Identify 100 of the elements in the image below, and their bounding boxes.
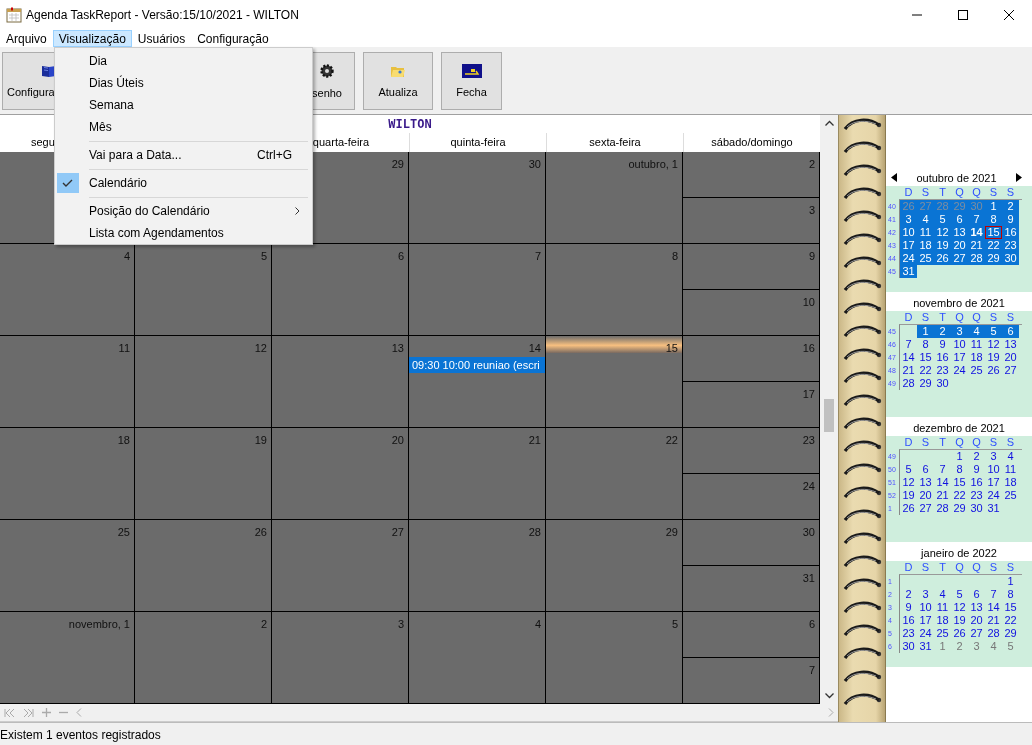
calendar-day[interactable]: 15: [951, 476, 968, 489]
calendar-day[interactable]: 7: [985, 588, 1002, 601]
day-cell[interactable]: 16: [683, 336, 820, 382]
calendar-day[interactable]: 31: [985, 502, 1002, 515]
calendar-day[interactable]: 15: [985, 226, 1002, 239]
calendar-day[interactable]: 24: [917, 627, 934, 640]
calendar-day[interactable]: 28: [934, 502, 951, 515]
calendar-day[interactable]: 12: [985, 338, 1002, 351]
calendar-day[interactable]: 10: [985, 463, 1002, 476]
calendar-day[interactable]: 13: [1002, 338, 1019, 351]
calendar-day[interactable]: 4: [934, 588, 951, 601]
day-cell[interactable]: 4: [0, 244, 135, 336]
calendar-day[interactable]: 21: [968, 239, 985, 252]
calendar-day[interactable]: 30: [1002, 252, 1019, 265]
menu-bar-item[interactable]: Visualização: [52, 30, 132, 47]
calendar-day[interactable]: 21: [985, 614, 1002, 627]
menu-item[interactable]: Calendário: [57, 172, 310, 194]
calendar-day[interactable]: 7: [900, 338, 917, 351]
day-cell[interactable]: 6: [683, 612, 820, 658]
calendar-day[interactable]: 22: [917, 364, 934, 377]
day-cell[interactable]: 5: [135, 244, 272, 336]
calendar-day[interactable]: 22: [1002, 614, 1019, 627]
day-cell[interactable]: 3: [272, 612, 409, 704]
calendar-day[interactable]: 12: [900, 476, 917, 489]
calendar-day[interactable]: 17: [951, 351, 968, 364]
day-cell[interactable]: 21: [409, 428, 546, 520]
last-record-icon[interactable]: [23, 708, 34, 717]
day-cell[interactable]: 30: [683, 520, 820, 566]
day-cell[interactable]: 19: [135, 428, 272, 520]
calendar-day[interactable]: 25: [968, 364, 985, 377]
calendar-day[interactable]: 25: [917, 252, 934, 265]
day-cell[interactable]: 7: [409, 244, 546, 336]
calendar-day[interactable]: 2: [900, 588, 917, 601]
calendar-day[interactable]: 31: [917, 640, 934, 653]
day-cell[interactable]: 9: [683, 244, 820, 290]
calendar-day[interactable]: 6: [968, 588, 985, 601]
calendar-day[interactable]: 25: [934, 627, 951, 640]
calendar-day[interactable]: 2: [934, 325, 951, 338]
calendar-day[interactable]: 1: [1002, 575, 1019, 588]
calendar-day[interactable]: 19: [951, 614, 968, 627]
day-cell[interactable]: 31: [683, 566, 820, 612]
calendar-day[interactable]: 4: [968, 325, 985, 338]
calendar-day[interactable]: 3: [951, 325, 968, 338]
calendar-day[interactable]: 16: [934, 351, 951, 364]
calendar-day[interactable]: 20: [951, 239, 968, 252]
calendar-day[interactable]: 3: [917, 588, 934, 601]
calendar-day[interactable]: 19: [985, 351, 1002, 364]
calendar-day[interactable]: 3: [900, 213, 917, 226]
calendar-day[interactable]: 9: [900, 601, 917, 614]
calendar-day[interactable]: 28: [900, 377, 917, 390]
calendar-day[interactable]: 23: [900, 627, 917, 640]
menu-bar-item[interactable]: Usuários: [131, 30, 192, 47]
calendar-day[interactable]: 14: [900, 351, 917, 364]
calendar-day[interactable]: 20: [1002, 351, 1019, 364]
day-cell[interactable]: 8: [546, 244, 683, 336]
calendar-day[interactable]: 9: [968, 463, 985, 476]
calendar-day[interactable]: 16: [968, 476, 985, 489]
day-cell[interactable]: 14 09:30 10:00 reuniao (escri: [409, 336, 546, 428]
calendar-day[interactable]: 18: [934, 614, 951, 627]
calendar-day[interactable]: 17: [900, 239, 917, 252]
calendar-day[interactable]: 14: [934, 476, 951, 489]
calendar-day[interactable]: 6: [1002, 325, 1019, 338]
day-cell[interactable]: 26: [135, 520, 272, 612]
day-cell[interactable]: 29: [546, 520, 683, 612]
add-icon[interactable]: [42, 708, 51, 717]
calendar-day[interactable]: 10: [917, 601, 934, 614]
day-cell[interactable]: novembro, 1: [0, 612, 135, 704]
calendar-day[interactable]: 8: [917, 338, 934, 351]
calendar-day[interactable]: 13: [951, 226, 968, 239]
calendar-day[interactable]: 2: [968, 450, 985, 463]
day-cell[interactable]: 24: [683, 474, 820, 520]
calendar-day[interactable]: 11: [1002, 463, 1019, 476]
day-cell[interactable]: 10: [683, 290, 820, 336]
calendar-day[interactable]: 17: [985, 476, 1002, 489]
calendar-day[interactable]: 9: [934, 338, 951, 351]
day-cell[interactable]: 20: [272, 428, 409, 520]
calendar-day[interactable]: 12: [951, 601, 968, 614]
day-cell[interactable]: 11: [0, 336, 135, 428]
calendar-day[interactable]: 21: [900, 364, 917, 377]
calendar-day[interactable]: 5: [951, 588, 968, 601]
calendar-day[interactable]: 15: [1002, 601, 1019, 614]
calendar-day[interactable]: 16: [1002, 226, 1019, 239]
calendar-day[interactable]: 23: [968, 489, 985, 502]
calendar-day[interactable]: 10: [951, 338, 968, 351]
day-cell[interactable]: 6: [272, 244, 409, 336]
calendar-day[interactable]: 26: [934, 252, 951, 265]
day-cell[interactable]: 4: [409, 612, 546, 704]
day-cell[interactable]: 7: [683, 658, 820, 704]
calendar-day[interactable]: 1: [985, 200, 1002, 213]
day-cell[interactable]: 30: [409, 152, 546, 244]
toolbar-button[interactable]: Fecha: [441, 51, 502, 110]
calendar-day[interactable]: 16: [900, 614, 917, 627]
calendar-day[interactable]: 27: [968, 627, 985, 640]
next-month-icon[interactable]: [1016, 173, 1022, 182]
calendar-day[interactable]: 15: [917, 351, 934, 364]
calendar-day[interactable]: 8: [985, 213, 1002, 226]
calendar-day[interactable]: 28: [968, 252, 985, 265]
calendar-day[interactable]: 24: [985, 489, 1002, 502]
day-cell[interactable]: 15: [546, 336, 683, 428]
calendar-day[interactable]: 30: [934, 377, 951, 390]
